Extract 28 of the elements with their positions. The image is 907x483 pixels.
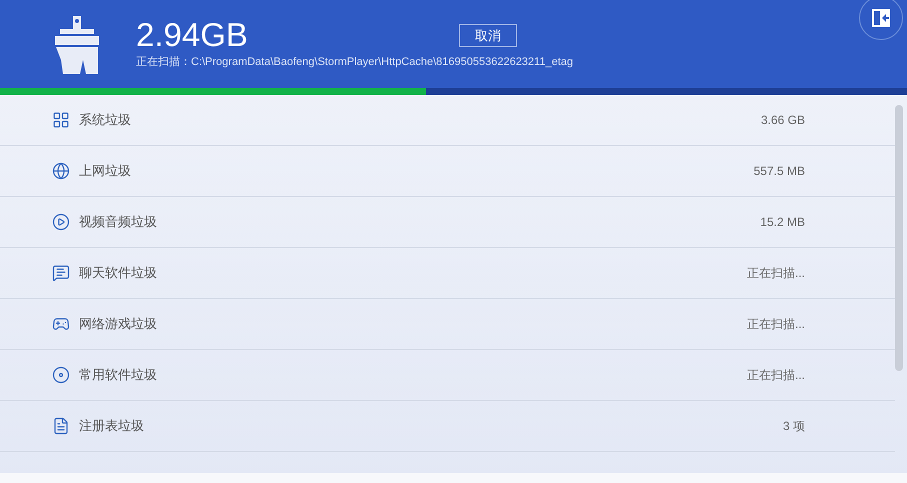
- category-value: 15.2 MB: [760, 214, 805, 231]
- scanned-size: 2.94GB: [136, 16, 248, 54]
- category-name: 视频音频垃圾: [79, 213, 157, 232]
- category-value: 正在扫描...: [746, 265, 805, 282]
- category-name: 网络游戏垃圾: [79, 315, 157, 334]
- scan-path: 正在扫描：C:\ProgramData\Baofeng\StormPlayer\HttpCache\816950553622623211_etag: [136, 55, 573, 69]
- disc-icon: [52, 366, 70, 384]
- category-value: 557.5 MB: [754, 163, 805, 180]
- exit-icon: [872, 9, 890, 27]
- category-name: 注册表垃圾: [79, 417, 144, 436]
- category-name: 系统垃圾: [79, 111, 131, 130]
- gamepad-icon: [52, 315, 70, 333]
- category-name: 常用软件垃圾: [79, 366, 157, 384]
- grid-icon: [52, 111, 70, 129]
- category-value: 正在扫描...: [746, 316, 805, 333]
- play-icon: [52, 213, 70, 231]
- chat-icon: [52, 264, 70, 282]
- globe-icon: [52, 162, 70, 180]
- cancel-button[interactable]: 取消: [459, 24, 517, 47]
- category-value: 3 项: [782, 418, 805, 435]
- document-icon: [52, 417, 70, 435]
- category-value: 正在扫描...: [746, 367, 805, 384]
- category-value: 3.66 GB: [760, 112, 805, 129]
- category-name: 上网垃圾: [79, 162, 131, 180]
- broom-icon: [52, 16, 102, 74]
- category-name: 聊天软件垃圾: [79, 264, 157, 282]
- exit-button[interactable]: [859, 0, 903, 40]
- scrollbar-thumb[interactable]: [895, 105, 903, 371]
